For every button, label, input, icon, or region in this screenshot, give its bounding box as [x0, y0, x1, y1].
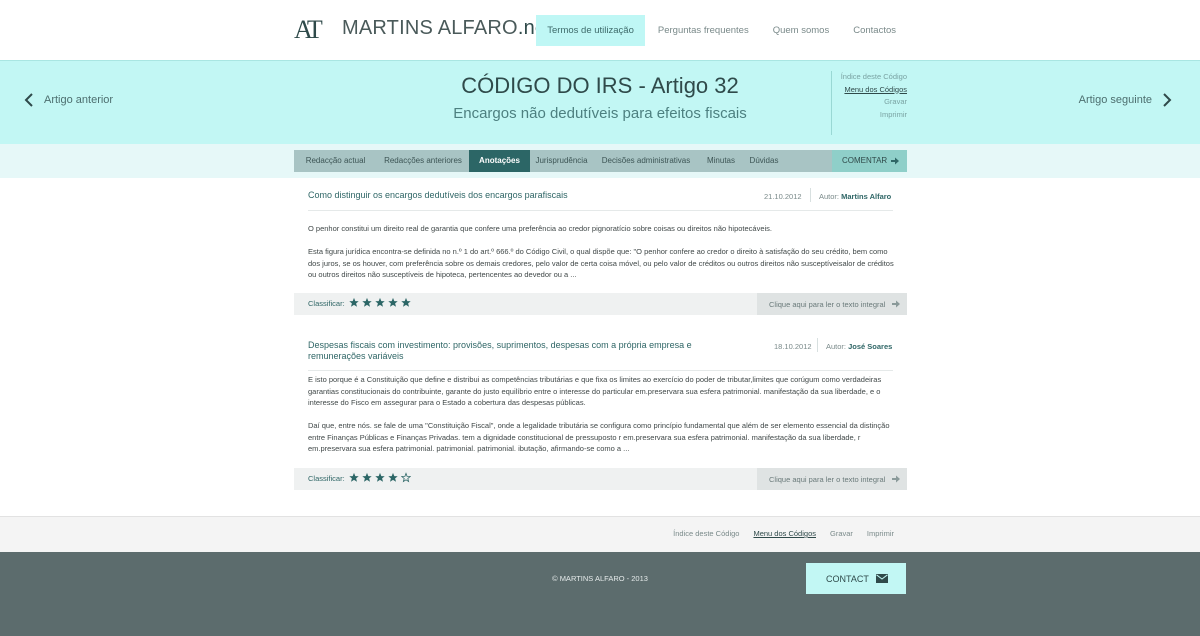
star-filled-icon[interactable]	[349, 297, 359, 308]
author-name[interactable]: José Soares	[848, 342, 892, 351]
chevron-right-icon	[1163, 93, 1172, 107]
next-article-link[interactable]: Artigo seguinte	[1079, 93, 1172, 107]
article-date: 18.10.2012	[774, 342, 812, 351]
side-link-codes-menu[interactable]: Menu dos Códigos	[832, 84, 907, 97]
site-name: MARTINS ALFARO	[342, 17, 518, 39]
excerpt-paragraph: E isto porque é a Constituição que defin…	[308, 375, 882, 407]
arrow-right-icon	[892, 300, 900, 308]
footer-links: Índice deste Código Menu dos Códigos Gra…	[673, 529, 894, 538]
star-empty-icon[interactable]	[401, 472, 411, 483]
meta-divider	[817, 338, 818, 352]
tab-questions[interactable]: Dúvidas	[743, 150, 785, 172]
star-rating[interactable]	[349, 297, 411, 308]
article-footer: Classificar: Clique aqui para ler o text…	[294, 468, 907, 490]
tab-jurisprudence[interactable]: Jurisprudência	[530, 150, 593, 172]
comment-label: COMENTAR	[842, 156, 888, 165]
page-subtitle: Encargos não dedutíveis para efeitos fis…	[453, 105, 747, 122]
tab-templates[interactable]: Minutas	[699, 150, 743, 172]
star-rating[interactable]	[349, 472, 411, 483]
footer-link-save[interactable]: Gravar	[830, 529, 853, 538]
article-author: Autor: José Soares	[826, 342, 892, 351]
tab-previous-wordings[interactable]: Redacções anteriores	[377, 150, 469, 172]
logo-mark[interactable]: AT	[294, 15, 326, 44]
comment-button[interactable]: COMENTAR	[832, 150, 907, 172]
footer-link-code-index[interactable]: Índice deste Código	[673, 529, 739, 538]
side-link-save[interactable]: Gravar	[832, 96, 907, 109]
author-label: Autor:	[819, 192, 840, 201]
annotation-article: Como distinguir os encargos dedutíveis d…	[294, 178, 907, 316]
star-filled-icon[interactable]	[362, 472, 372, 483]
contact-button[interactable]: CONTACT	[806, 563, 906, 594]
arrow-right-icon	[891, 157, 899, 165]
excerpt-paragraph: O penhor constitui um direito real de ga…	[308, 224, 773, 233]
site-header: AT MARTINS ALFARO.net Termos de utilizaç…	[0, 0, 1200, 60]
article-tabs: Redacção actual Redacções anteriores Ano…	[294, 150, 907, 172]
star-filled-icon[interactable]	[388, 472, 398, 483]
meta-divider	[810, 188, 811, 202]
copyright: © MARTINS ALFARO - 2013	[552, 574, 648, 583]
code-side-menu: Índice deste Código Menu dos Códigos Gra…	[831, 71, 907, 135]
article-title[interactable]: Despesas fiscais com investimento: provi…	[308, 340, 708, 362]
envelope-icon	[876, 574, 888, 583]
tab-administrative-decisions[interactable]: Decisões administrativas	[593, 150, 699, 172]
nav-faq[interactable]: Perguntas frequentes	[647, 15, 760, 46]
article-excerpt: O penhor constitui um direito real de ga…	[308, 223, 898, 292]
site-logo-text[interactable]: MARTINS ALFARO.net	[342, 17, 552, 40]
page-title: CÓDIGO DO IRS - Artigo 32	[461, 73, 739, 98]
star-filled-icon[interactable]	[349, 472, 359, 483]
side-link-code-index[interactable]: Índice deste Código	[832, 71, 907, 84]
annotation-article: Despesas fiscais com investimento: provi…	[294, 330, 907, 493]
site-footer: © MARTINS ALFARO - 2013 CONTACT	[0, 552, 1200, 636]
excerpt-paragraph: Daí que, entre nós. se fale de uma "Cons…	[308, 421, 890, 453]
article-author: Autor: Martins Alfaro	[819, 192, 891, 201]
article-date: 21.10.2012	[764, 192, 802, 201]
top-navigation: Termos de utilização Perguntas frequente…	[534, 15, 907, 46]
read-full-text-button[interactable]: Clique aqui para ler o texto integral	[757, 468, 907, 490]
star-filled-icon[interactable]	[362, 297, 372, 308]
footer-navigation: Índice deste Código Menu dos Códigos Gra…	[0, 516, 1200, 553]
footer-link-print[interactable]: Imprimir	[867, 529, 894, 538]
nav-about-us[interactable]: Quem somos	[762, 15, 841, 46]
author-name[interactable]: Martins Alfaro	[841, 192, 891, 201]
star-filled-icon[interactable]	[375, 472, 385, 483]
nav-contacts[interactable]: Contactos	[842, 15, 907, 46]
divider	[308, 370, 893, 371]
next-article-label: Artigo seguinte	[1078, 94, 1152, 106]
rating-label: Classificar:	[308, 299, 345, 308]
article-hero: Artigo anterior CÓDIGO DO IRS - Artigo 3…	[0, 60, 1200, 144]
footer-link-codes-menu[interactable]: Menu dos Códigos	[753, 529, 816, 538]
contact-label: CONTACT	[826, 573, 869, 584]
read-full-text-button[interactable]: Clique aqui para ler o texto integral	[757, 293, 907, 315]
star-filled-icon[interactable]	[388, 297, 398, 308]
article-excerpt: E isto porque é a Constituição que defin…	[308, 374, 898, 466]
tab-current-wording[interactable]: Redacção actual	[294, 150, 377, 172]
article-title[interactable]: Como distinguir os encargos dedutíveis d…	[308, 190, 708, 201]
read-more-label: Clique aqui para ler o texto integral	[769, 299, 886, 309]
arrow-right-icon	[892, 475, 900, 483]
side-link-print[interactable]: Imprimir	[832, 109, 907, 122]
star-filled-icon[interactable]	[375, 297, 385, 308]
author-label: Autor:	[826, 342, 847, 351]
rating-label: Classificar:	[308, 474, 345, 483]
divider	[308, 210, 893, 211]
excerpt-paragraph: Esta figura jurídica encontra-se definid…	[308, 247, 894, 279]
article-footer: Classificar: Clique aqui para ler o text…	[294, 293, 907, 315]
read-more-label: Clique aqui para ler o texto integral	[769, 474, 886, 484]
tab-strip: Redacção actual Redacções anteriores Ano…	[0, 144, 1200, 178]
star-filled-icon[interactable]	[401, 297, 411, 308]
tab-annotations[interactable]: Anotações	[469, 150, 530, 172]
nav-terms-of-use[interactable]: Termos de utilização	[536, 15, 645, 46]
